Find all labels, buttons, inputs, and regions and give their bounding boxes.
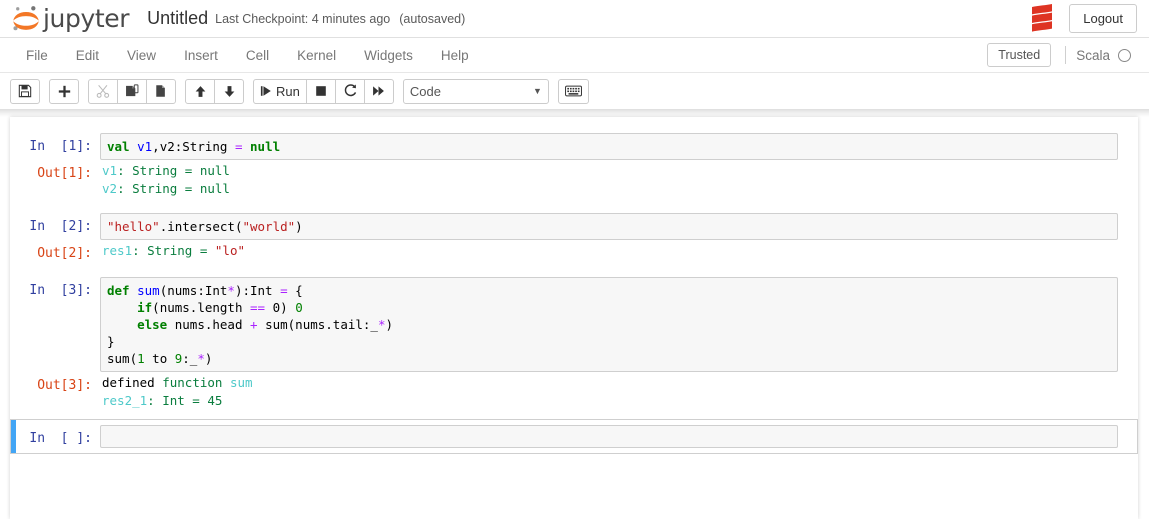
- jupyter-brand-text: jupyter: [43, 6, 129, 31]
- cell-2-out-prompt: Out[2]:: [16, 240, 100, 263]
- copy-cell-button[interactable]: [117, 79, 147, 104]
- cell-2-source: "hello".intersect("world"): [107, 218, 1113, 235]
- cell-3-input-area[interactable]: def sum(nums:Int*):Int = { if(nums.lengt…: [100, 277, 1118, 372]
- cell-3-output: defined function sum res2_1: Int = 45: [102, 374, 1132, 409]
- notebook-site: In [1]: val v1,v2:String = null Out[1]: …: [0, 109, 1149, 519]
- menu-item-edit[interactable]: Edit: [62, 41, 113, 70]
- menubar-right-group: Trusted Scala: [987, 43, 1137, 67]
- chevron-down-icon: ▼: [533, 86, 542, 96]
- last-checkpoint-label: Last Checkpoint: 4 minutes ago: [215, 12, 390, 26]
- run-cell-button[interactable]: Run: [253, 79, 307, 104]
- cell-1-input-row: In [1]: val v1,v2:String = null: [16, 133, 1132, 160]
- kernel-idle-circle-icon[interactable]: [1118, 49, 1131, 62]
- menubar-divider: [1065, 46, 1066, 64]
- cell-3-input-row: In [3]: def sum(nums:Int*):Int = { if(nu…: [16, 277, 1132, 372]
- restart-icon: [343, 84, 357, 98]
- save-icon: [18, 84, 32, 98]
- menu-item-view[interactable]: View: [113, 41, 170, 70]
- menu-item-help[interactable]: Help: [427, 41, 483, 70]
- cell-3-in-prompt: In [3]:: [16, 277, 100, 300]
- notebook-toolbar: Run Code ▼: [0, 73, 1149, 109]
- arrow-up-icon: [194, 85, 207, 98]
- toolbar-group-move: [185, 79, 244, 104]
- fast-forward-icon: [372, 85, 385, 97]
- logout-button[interactable]: Logout: [1069, 4, 1137, 34]
- cell-type-select[interactable]: Code ▼: [403, 79, 549, 104]
- cell-type-value: Code: [410, 84, 441, 99]
- cell-2-input-area[interactable]: "hello".intersect("world"): [100, 213, 1118, 240]
- keyboard-icon: [565, 85, 582, 97]
- cell-3-output-area: defined function sum res2_1: Int = 45: [100, 372, 1132, 411]
- cell-1-out-prompt: Out[1]:: [16, 160, 100, 183]
- cut-cell-button[interactable]: [88, 79, 118, 104]
- scala-logo-icon: [1029, 4, 1055, 34]
- move-cell-up-button[interactable]: [185, 79, 215, 104]
- arrow-down-icon: [223, 85, 236, 98]
- insert-cell-below-button[interactable]: [49, 79, 79, 104]
- cell-4-input-row: In [ ]:: [16, 425, 1132, 448]
- code-cell-4[interactable]: In [ ]:: [10, 419, 1138, 454]
- menu-item-insert[interactable]: Insert: [170, 41, 232, 70]
- plus-icon: [58, 85, 71, 98]
- toolbar-group-run: Run: [253, 79, 394, 104]
- menu-bar: File Edit View Insert Cell Kernel Widget…: [0, 38, 1149, 73]
- run-icon: [260, 85, 272, 97]
- notebook-container: In [1]: val v1,v2:String = null Out[1]: …: [10, 117, 1138, 519]
- cell-3-output-row: Out[3]: defined function sum res2_1: Int…: [16, 372, 1132, 411]
- notebook-header: jupyter Untitled Last Checkpoint: 4 minu…: [0, 0, 1149, 38]
- menu-item-widgets[interactable]: Widgets: [350, 41, 427, 70]
- interrupt-kernel-button[interactable]: [306, 79, 336, 104]
- cell-1-in-prompt: In [1]:: [16, 133, 100, 156]
- copy-icon: [125, 84, 139, 98]
- cell-2-in-prompt: In [2]:: [16, 213, 100, 236]
- cell-1-source: val v1,v2:String = null: [107, 138, 1113, 155]
- toolbar-group-save: [10, 79, 40, 104]
- code-cell-2[interactable]: In [2]: "hello".intersect("world") Out[2…: [10, 207, 1138, 269]
- toolbar-group-clipboard: [88, 79, 176, 104]
- command-palette-button[interactable]: [558, 79, 589, 104]
- autosave-status-label: (autosaved): [399, 12, 465, 26]
- cell-4-in-prompt: In [ ]:: [16, 425, 100, 448]
- code-cell-3[interactable]: In [3]: def sum(nums:Int*):Int = { if(nu…: [10, 271, 1138, 417]
- move-cell-down-button[interactable]: [214, 79, 244, 104]
- paste-icon: [154, 84, 168, 98]
- cell-3-out-prompt: Out[3]:: [16, 372, 100, 395]
- cell-1-output: v1: String = null v2: String = null: [102, 162, 1132, 197]
- toolbar-group-insert: [49, 79, 79, 104]
- cell-2-output: res1: String = "lo": [102, 242, 1132, 260]
- restart-and-run-all-button[interactable]: [364, 79, 394, 104]
- menu-item-cell[interactable]: Cell: [232, 41, 283, 70]
- restart-kernel-button[interactable]: [335, 79, 365, 104]
- header-right-group: Logout: [1029, 4, 1137, 34]
- kernel-name-label: Scala: [1076, 48, 1110, 63]
- cell-1-output-area: v1: String = null v2: String = null: [100, 160, 1132, 199]
- save-button[interactable]: [10, 79, 40, 104]
- paste-cell-button[interactable]: [146, 79, 176, 104]
- cell-3-source: def sum(nums:Int*):Int = { if(nums.lengt…: [107, 282, 1113, 367]
- menu-item-file[interactable]: File: [12, 41, 62, 70]
- run-button-label: Run: [276, 84, 300, 99]
- scissors-icon: [96, 84, 110, 98]
- code-cell-1[interactable]: In [1]: val v1,v2:String = null Out[1]: …: [10, 127, 1138, 205]
- cell-4-input-area[interactable]: [100, 425, 1118, 448]
- jupyter-logo-icon: [12, 5, 40, 33]
- cell-1-input-area[interactable]: val v1,v2:String = null: [100, 133, 1118, 160]
- cell-2-output-area: res1: String = "lo": [100, 240, 1132, 262]
- notebook-name[interactable]: Untitled: [147, 8, 208, 29]
- toolbar-group-palette: [558, 79, 589, 104]
- toolbar-shadow: [0, 109, 1149, 117]
- cell-2-output-row: Out[2]: res1: String = "lo": [16, 240, 1132, 263]
- cell-1-output-row: Out[1]: v1: String = null v2: String = n…: [16, 160, 1132, 199]
- jupyter-brand-link[interactable]: jupyter: [12, 5, 129, 33]
- trusted-indicator-button[interactable]: Trusted: [987, 43, 1051, 67]
- menu-item-kernel[interactable]: Kernel: [283, 41, 350, 70]
- stop-icon: [315, 85, 327, 97]
- cell-2-input-row: In [2]: "hello".intersect("world"): [16, 213, 1132, 240]
